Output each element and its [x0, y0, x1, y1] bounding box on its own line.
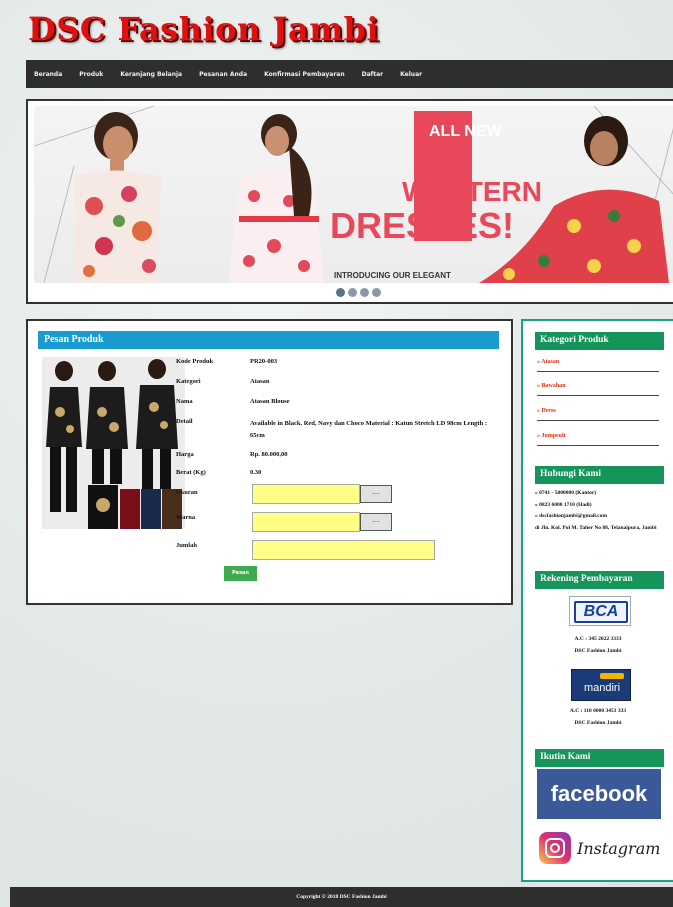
label-kode: Kode Produk — [176, 358, 214, 365]
category-heading: Kategori Produk — [535, 332, 664, 350]
category-item-dress[interactable]: » Dress — [537, 408, 659, 421]
bca-account: A.C : 345 2022 3333 DSC Fashion Jambi — [537, 633, 659, 657]
product-photo — [42, 357, 185, 529]
banner-line2: WESTERN — [402, 176, 542, 207]
banner-slider: ALL NEW WESTERN DRESSES! INTRODUCING OUR… — [26, 99, 673, 304]
bca-account-owner: DSC Fashion Jambi — [574, 648, 622, 654]
value-harga: Rp. 80.000,00 — [250, 451, 288, 458]
quantity-input[interactable] — [252, 540, 435, 560]
size-select-button[interactable]: ... — [360, 485, 392, 503]
nav-produk[interactable]: Produk — [79, 71, 103, 78]
banner-line4: INTRODUCING OUR ELEGANT — [334, 271, 451, 280]
footer: Copyright © 2018 DSC Fashion Jambi — [10, 887, 673, 907]
category-item-jumpsuit[interactable]: » Jumpsuit — [537, 433, 659, 446]
label-warna: Warna — [176, 514, 196, 521]
label-detail: Detail — [176, 418, 193, 425]
instagram-icon[interactable] — [539, 832, 571, 864]
mandiri-account: A.C : 110 0000 3451 333 DSC Fashion Jamb… — [537, 705, 659, 729]
color-select-button[interactable]: ... — [360, 513, 392, 531]
nav-keluar[interactable]: Keluar — [400, 71, 422, 78]
order-product-panel: Pesan Produk Kode Produk PR20-003 Kategor… — [26, 319, 513, 605]
label-berat: Berat (Kg) — [176, 469, 206, 476]
bca-account-number: A.C : 345 2022 3333 — [574, 636, 622, 642]
nav-keranjang[interactable]: Keranjang Belanja — [120, 71, 182, 78]
banner-image: ALL NEW WESTERN DRESSES! INTRODUCING OUR… — [34, 106, 673, 283]
contact-address: di Jln. Kol. Pol M. Taher No 88, Telanai… — [535, 524, 657, 531]
bca-logo: BCA — [569, 596, 631, 626]
mandiri-account-number: A.C : 110 0000 3451 333 — [569, 708, 627, 714]
bank-heading: Rekening Pembayaran — [535, 571, 664, 589]
instagram-link[interactable]: Instagram — [577, 839, 660, 858]
mandiri-account-owner: DSC Fashion Jambi — [574, 720, 622, 726]
slider-dots — [336, 288, 381, 297]
contact-heading: Hubungi Kami — [535, 466, 664, 484]
contact-phone-office: » 0741 - 5000000 (Kantor) — [535, 490, 597, 496]
banner-line1: ALL NEW — [429, 123, 502, 140]
panel-heading: Pesan Produk — [38, 331, 499, 349]
follow-heading: Ikutin Kami — [535, 749, 664, 767]
banner-artwork: ALL NEW WESTERN DRESSES! INTRODUCING OUR… — [34, 106, 673, 283]
value-berat: 0.30 — [250, 469, 262, 476]
site-title: DSC Fashion Jambi — [28, 10, 380, 48]
label-kategori: Kategori — [176, 378, 201, 385]
sidebar: Kategori Produk » Atasan » Bawahan » Dre… — [521, 319, 673, 882]
label-jumlah: Jumlah — [176, 542, 197, 549]
category-item-atasan[interactable]: » Atasan — [537, 359, 659, 372]
banner-line3: DRESSES! — [330, 205, 514, 246]
slider-dot[interactable] — [360, 288, 369, 297]
label-nama: Nama — [176, 398, 193, 405]
facebook-link[interactable]: facebook — [537, 769, 661, 819]
contact-email[interactable]: » dscfashionjambi@gmail.com — [535, 511, 667, 523]
category-item-bawahan[interactable]: » Bawahan — [537, 383, 659, 396]
value-detail: Available in Black, Red, Navy dan Choco … — [250, 420, 488, 439]
nav-daftar[interactable]: Daftar — [362, 71, 384, 78]
slider-dot[interactable] — [336, 288, 345, 297]
slider-dot[interactable] — [372, 288, 381, 297]
label-ukuran: Ukuran — [176, 489, 198, 496]
value-kategori: Atasan — [250, 378, 270, 385]
nav-beranda[interactable]: Beranda — [34, 71, 62, 78]
color-input[interactable] — [252, 512, 360, 532]
label-harga: Harga — [176, 451, 194, 458]
slider-dot[interactable] — [348, 288, 357, 297]
size-input[interactable] — [252, 484, 360, 504]
nav-konfirmasi[interactable]: Konfirmasi Pembayaran — [264, 71, 344, 78]
mandiri-logo: mandiri — [571, 669, 631, 701]
value-kode: PR20-003 — [250, 358, 278, 365]
nav-pesanan[interactable]: Pesanan Anda — [199, 71, 247, 78]
contact-phone-mobile: » 0823 6000 1710 (Hadi) — [535, 501, 592, 508]
order-button[interactable]: Pesan — [224, 566, 257, 581]
main-navbar: Beranda Produk Keranjang Belanja Pesanan… — [26, 60, 673, 88]
value-nama: Atasan Blouse — [250, 398, 290, 405]
contact-list: » 0741 - 5000000 (Kantor) » 0823 6000 17… — [535, 488, 667, 534]
